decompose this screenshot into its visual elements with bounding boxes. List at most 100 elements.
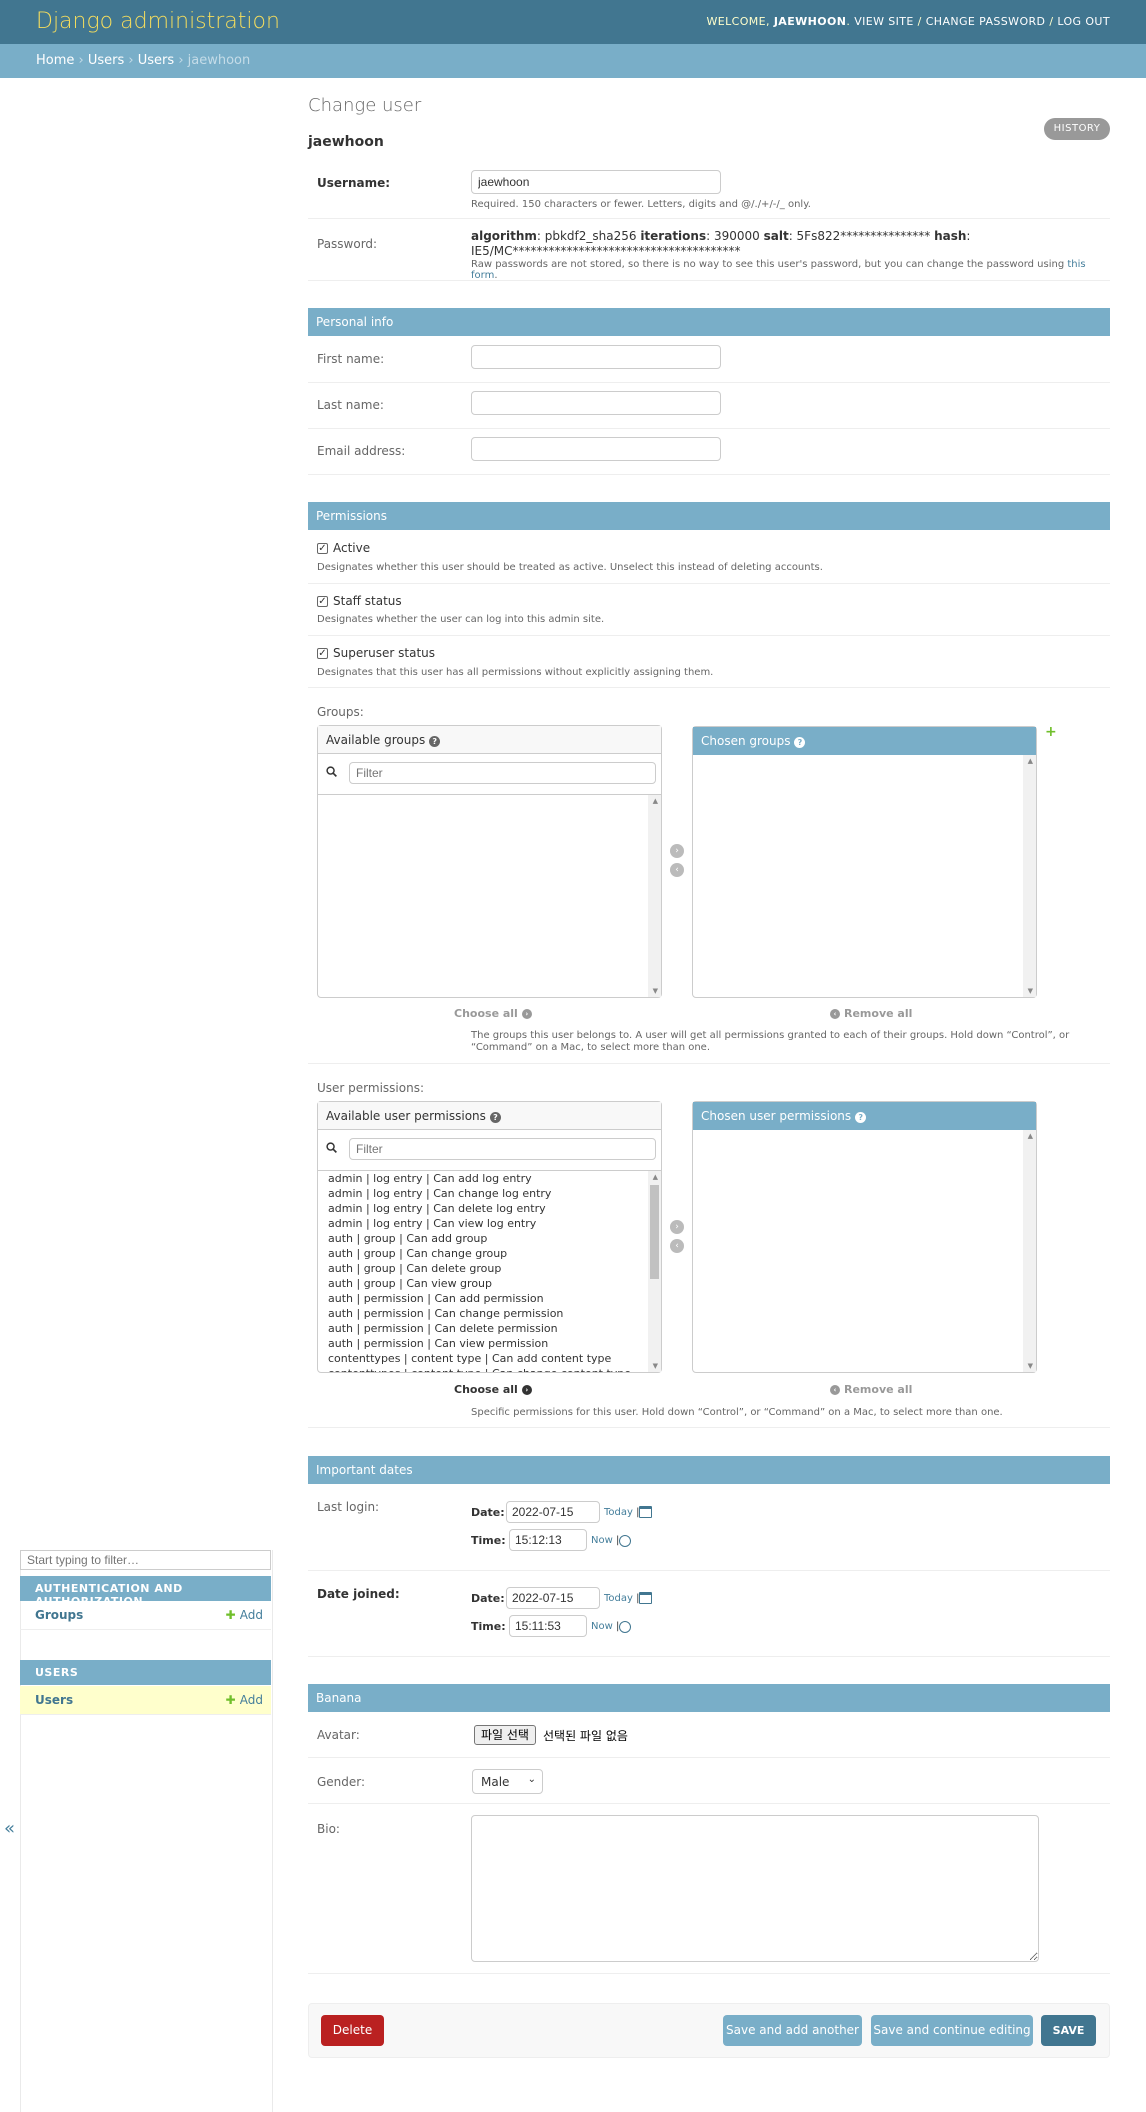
permission-option[interactable]: admin | log entry | Can view log entry <box>318 1216 661 1231</box>
scroll-down-icon[interactable]: ▼ <box>653 987 658 995</box>
change-password-link[interactable]: CHANGE PASSWORD <box>926 15 1046 28</box>
first-name-input[interactable] <box>471 345 721 369</box>
now-link[interactable]: Now <box>591 1621 613 1632</box>
calendar-icon[interactable] <box>639 1506 652 1518</box>
scrollbar[interactable]: ▲ ▼ <box>1023 755 1036 997</box>
permission-option[interactable]: admin | log entry | Can change log entry <box>318 1186 661 1201</box>
today-link[interactable]: Today <box>604 1507 633 1518</box>
date-joined-label: Date joined: <box>317 1587 400 1601</box>
date-joined-date-input[interactable] <box>506 1587 600 1609</box>
scroll-up-icon[interactable]: ▲ <box>1028 1132 1033 1140</box>
move-left-button[interactable]: ‹ <box>670 1239 684 1253</box>
sidebar-item-label[interactable]: Groups <box>35 1608 83 1622</box>
superuser-checkbox[interactable]: ✓ <box>317 648 328 659</box>
nav-filter-input[interactable] <box>20 1550 271 1570</box>
now-link[interactable]: Now <box>591 1535 613 1546</box>
scroll-up-icon[interactable]: ▲ <box>653 797 658 805</box>
move-right-button[interactable]: › <box>670 1220 684 1234</box>
move-right-button[interactable]: › <box>670 844 684 858</box>
chosen-permissions-list[interactable]: ▲ ▼ <box>693 1130 1036 1372</box>
staff-checkbox[interactable]: ✓ <box>317 596 328 607</box>
clock-icon[interactable] <box>619 1535 631 1547</box>
permissions-filter-input[interactable] <box>349 1138 656 1160</box>
today-link[interactable]: Today <box>604 1593 633 1604</box>
help-icon[interactable]: ? <box>794 737 806 748</box>
divider <box>308 583 1110 584</box>
history-button[interactable]: HISTORY <box>1044 118 1110 140</box>
staff-label[interactable]: Staff status <box>333 594 402 608</box>
save-add-another-button[interactable]: Save and add another <box>723 2015 862 2046</box>
add-users-link[interactable]: ✚ Add <box>226 1693 263 1707</box>
email-input[interactable] <box>471 437 721 461</box>
bio-textarea[interactable] <box>471 1815 1039 1962</box>
log-out-link[interactable]: LOG OUT <box>1057 15 1110 28</box>
last-name-input[interactable] <box>471 391 721 415</box>
module-caption-auth[interactable]: AUTHENTICATION AND AUTHORIZATION <box>20 1576 271 1608</box>
username-input[interactable] <box>471 170 721 194</box>
help-icon[interactable]: ? <box>489 1112 501 1123</box>
chosen-groups-list[interactable]: ▲ ▼ <box>693 755 1036 997</box>
help-icon[interactable]: ? <box>429 736 441 747</box>
permission-option[interactable]: contenttypes | content type | Can change… <box>318 1366 661 1372</box>
remove-all-groups-button[interactable]: ‹ Remove all <box>830 1007 912 1020</box>
permission-option[interactable]: contenttypes | content type | Can add co… <box>318 1351 661 1366</box>
move-left-button[interactable]: ‹ <box>670 863 684 877</box>
scroll-up-icon[interactable]: ▲ <box>653 1173 658 1181</box>
view-site-link[interactable]: VIEW SITE <box>854 15 914 28</box>
available-permissions-list[interactable]: admin | log entry | Can add log entry adm… <box>318 1171 661 1372</box>
clock-icon[interactable] <box>619 1621 631 1633</box>
scroll-up-icon[interactable]: ▲ <box>1028 757 1033 765</box>
remove-all-permissions-button[interactable]: ‹ Remove all <box>830 1383 912 1396</box>
delete-button[interactable]: Delete <box>321 2015 384 2046</box>
breadcrumb-home[interactable]: Home <box>36 53 74 68</box>
date-joined-time-input[interactable] <box>509 1615 587 1637</box>
toggle-sidebar-button[interactable]: « <box>4 1818 15 1839</box>
permission-option[interactable]: auth | permission | Can add permission <box>318 1291 661 1306</box>
last-login-time-input[interactable] <box>509 1529 587 1551</box>
permission-option[interactable]: auth | group | Can delete group <box>318 1261 661 1276</box>
superuser-label[interactable]: Superuser status <box>333 646 435 660</box>
permission-option[interactable]: admin | log entry | Can delete log entry <box>318 1201 661 1216</box>
save-continue-button[interactable]: Save and continue editing <box>871 2015 1033 2046</box>
scroll-thumb[interactable] <box>650 1185 659 1279</box>
add-group-icon[interactable]: + <box>1045 724 1057 740</box>
permission-option[interactable]: auth | permission | Can delete permissio… <box>318 1321 661 1336</box>
save-button[interactable]: SAVE <box>1041 2015 1096 2046</box>
scrollbar[interactable]: ▲ ▼ <box>648 795 661 997</box>
choose-all-groups-button[interactable]: Choose all › <box>454 1007 532 1020</box>
chevron-down-icon: ⌄ <box>527 1774 536 1785</box>
scroll-down-icon[interactable]: ▼ <box>1028 1362 1033 1370</box>
file-choose-button[interactable]: 파일 선택 <box>474 1725 536 1745</box>
permissions-help: Specific permissions for this user. Hold… <box>471 1407 1003 1418</box>
last-login-date-input[interactable] <box>506 1501 600 1523</box>
permission-option[interactable]: auth | permission | Can change permissio… <box>318 1306 661 1321</box>
first-name-label: First name: <box>317 352 385 366</box>
scrollbar[interactable]: ▲ ▼ <box>648 1171 661 1372</box>
add-groups-link[interactable]: ✚ Add <box>226 1608 263 1622</box>
permission-option[interactable]: admin | log entry | Can add log entry <box>318 1171 661 1186</box>
choose-all-permissions-button[interactable]: Choose all › <box>454 1383 532 1396</box>
module-caption-users[interactable]: USERS <box>20 1660 271 1685</box>
scrollbar[interactable]: ▲ ▼ <box>1023 1130 1036 1372</box>
gender-select[interactable]: Male ⌄ <box>472 1769 543 1794</box>
scroll-down-icon[interactable]: ▼ <box>653 1362 658 1370</box>
sidebar-item-label[interactable]: Users <box>35 1693 73 1707</box>
available-groups-list[interactable]: ▲ ▼ <box>318 795 661 997</box>
active-label[interactable]: Active <box>333 541 370 555</box>
groups-filter-input[interactable] <box>349 762 656 784</box>
site-brand[interactable]: Django administration <box>36 9 280 34</box>
scroll-down-icon[interactable]: ▼ <box>1028 987 1033 995</box>
breadcrumb-app[interactable]: Users <box>88 53 124 68</box>
help-icon[interactable]: ? <box>855 1112 867 1123</box>
available-permissions-title: Available user permissions <box>326 1109 486 1123</box>
permission-option[interactable]: auth | permission | Can view permission <box>318 1336 661 1351</box>
breadcrumb-model[interactable]: Users <box>138 53 174 68</box>
permission-option[interactable]: auth | group | Can change group <box>318 1246 661 1261</box>
permission-option[interactable]: auth | group | Can add group <box>318 1231 661 1246</box>
active-checkbox[interactable]: ✓ <box>317 543 328 554</box>
sidebar-item-users[interactable]: Users ✚ Add <box>20 1686 271 1715</box>
superuser-help: Designates that this user has all permis… <box>317 667 714 678</box>
sidebar-item-groups[interactable]: Groups ✚ Add <box>20 1601 271 1630</box>
permission-option[interactable]: auth | group | Can view group <box>318 1276 661 1291</box>
calendar-icon[interactable] <box>639 1592 652 1604</box>
